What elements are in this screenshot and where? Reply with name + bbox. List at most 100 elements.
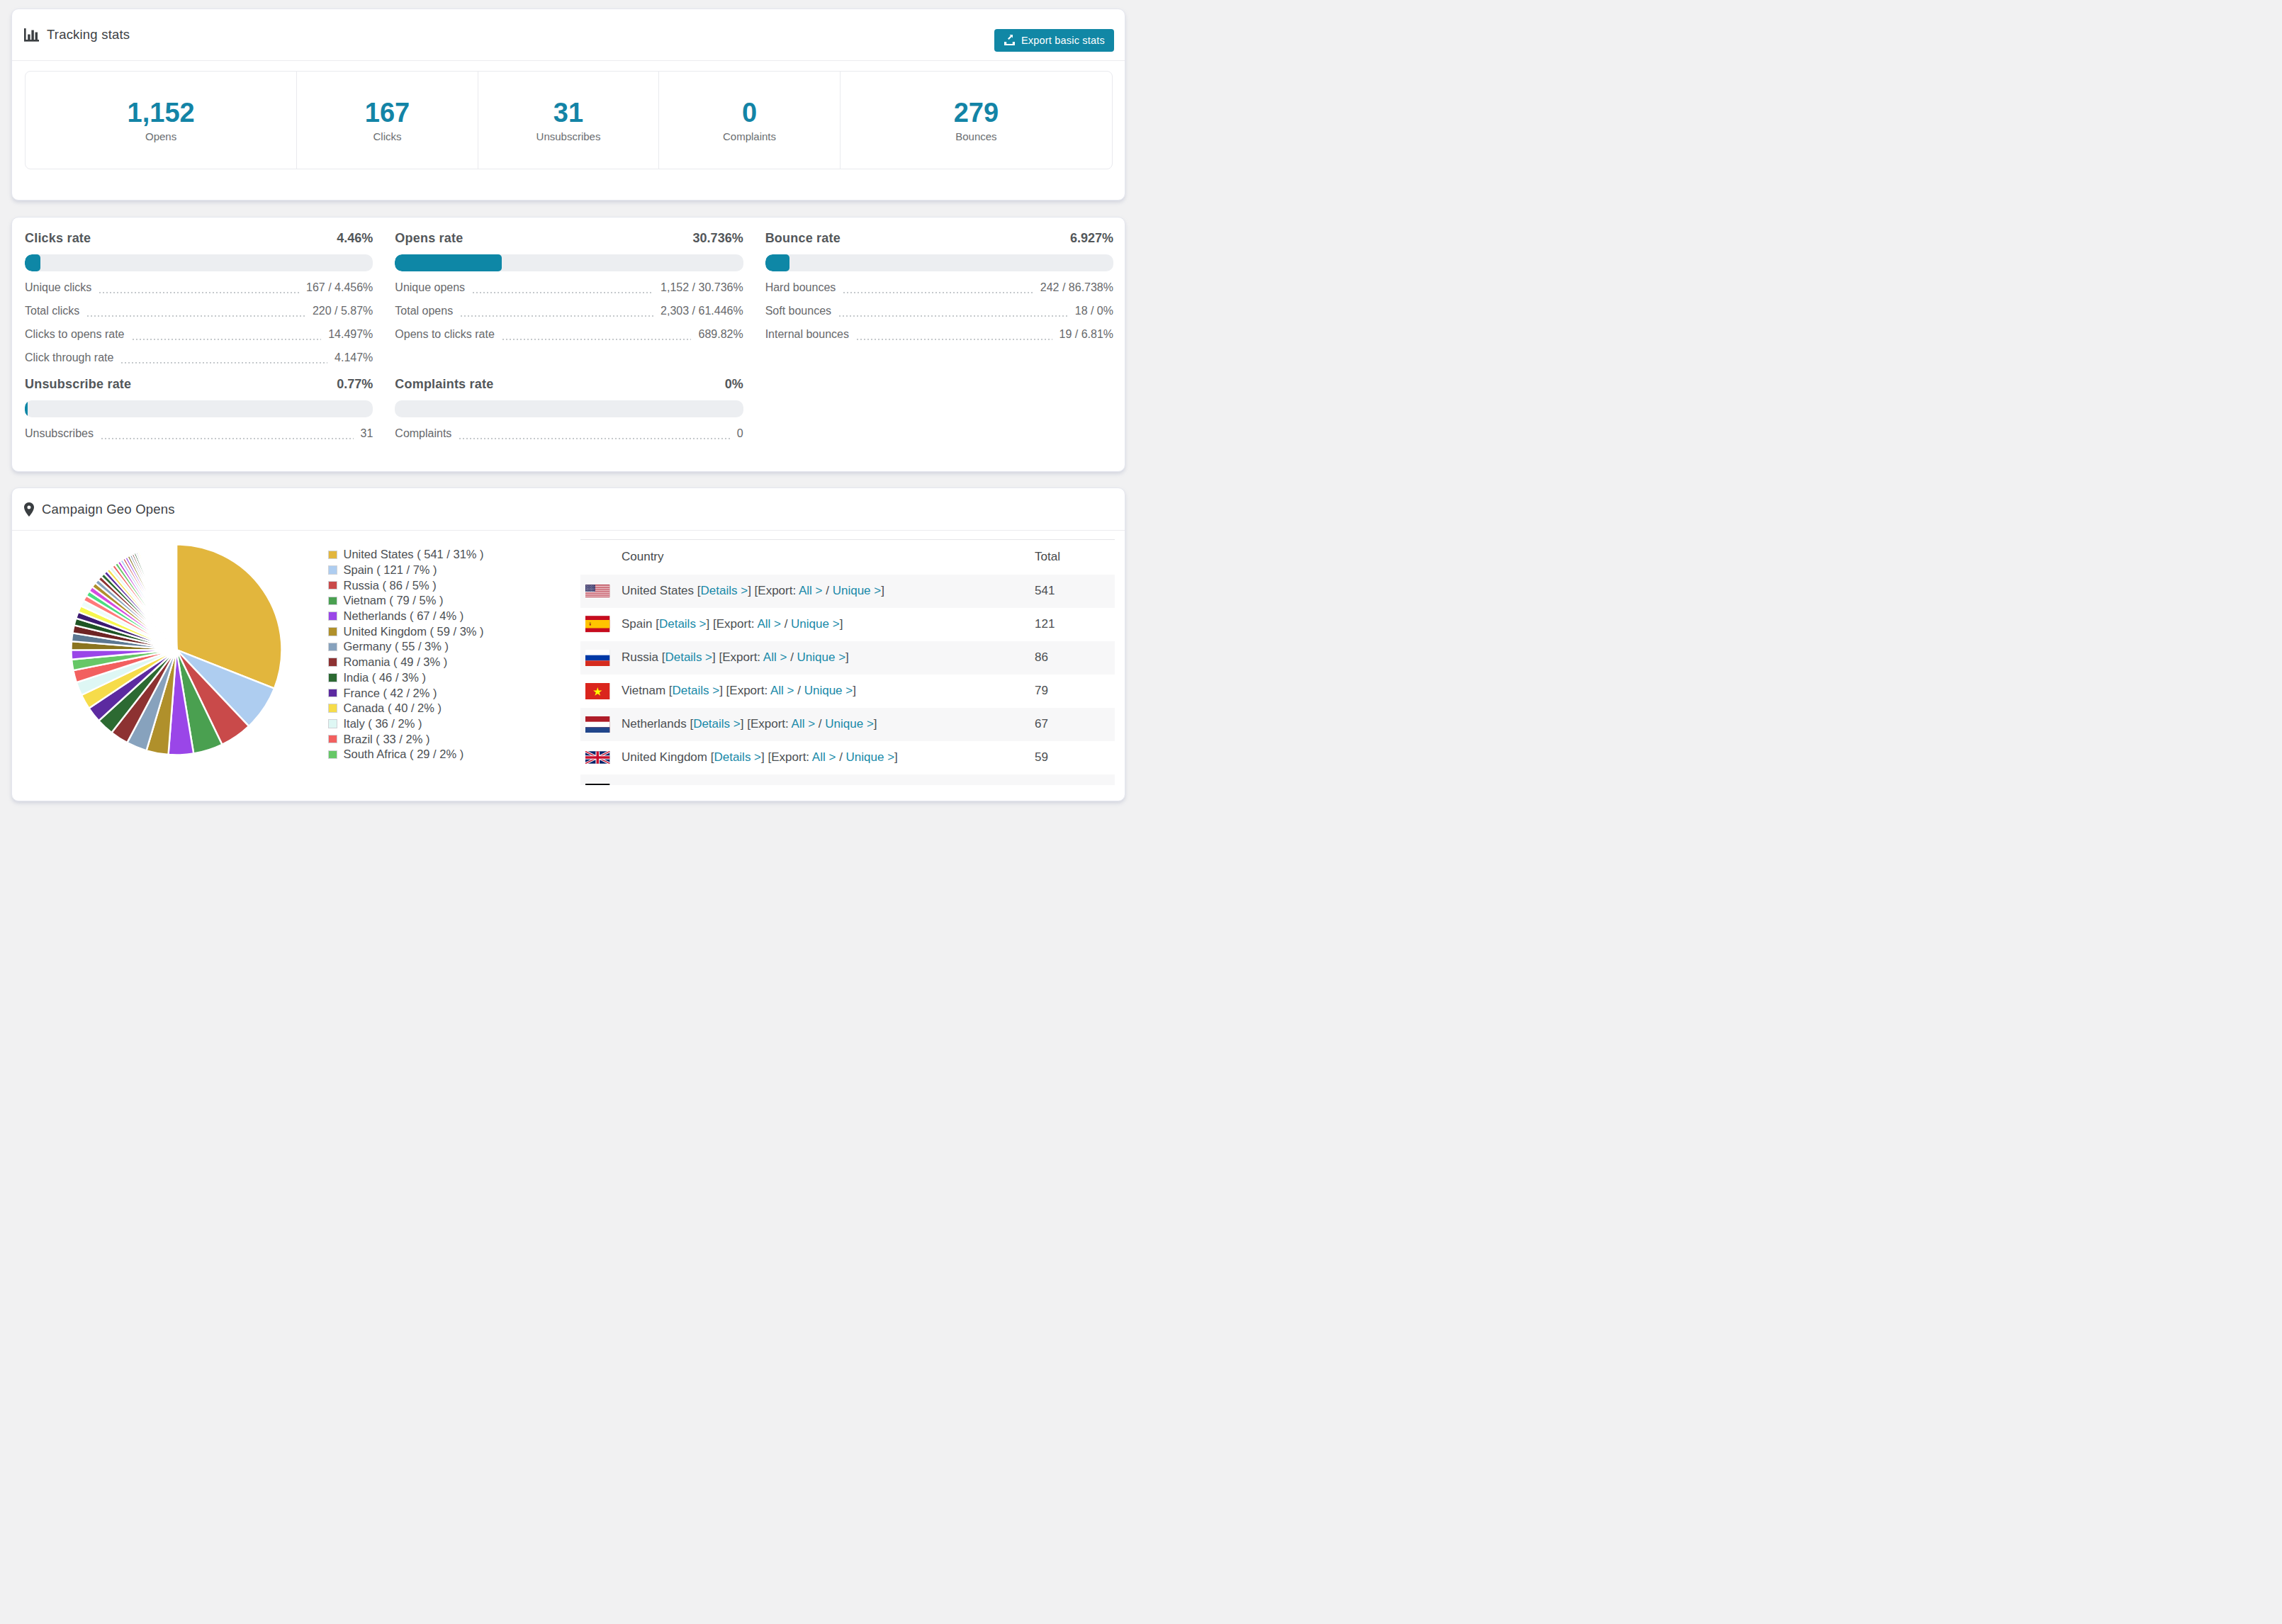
rate-value: 0% bbox=[725, 377, 743, 392]
legend-label: Vietnam ( 79 / 5% ) bbox=[344, 594, 444, 607]
export-all-link[interactable]: All > bbox=[757, 617, 781, 631]
metric-row: Click through rate 4.147% bbox=[25, 346, 373, 369]
legend-label: South Africa ( 29 / 2% ) bbox=[344, 748, 464, 761]
progress-track bbox=[395, 400, 743, 417]
export-icon bbox=[1004, 35, 1016, 45]
details-link[interactable]: Details > bbox=[693, 717, 741, 731]
export-unique-link[interactable]: Unique > bbox=[791, 617, 840, 631]
map-pin-icon bbox=[24, 502, 34, 517]
country-flag-icon bbox=[585, 751, 610, 764]
campaign-geo-opens-card: Campaign Geo Opens United States ( 541 /… bbox=[11, 487, 1125, 801]
bracket: ] [Export: bbox=[725, 784, 776, 785]
rate-head: Complaints rate 0% bbox=[395, 377, 743, 392]
progress-fill bbox=[25, 400, 28, 417]
total-cell: 79 bbox=[1035, 675, 1115, 708]
metric-value: 4.147% bbox=[335, 346, 373, 369]
export-all-link[interactable]: All > bbox=[792, 717, 816, 731]
total-cell: 67 bbox=[1035, 708, 1115, 741]
stat-value: 279 bbox=[954, 98, 999, 127]
legend-label: Spain ( 121 / 7% ) bbox=[344, 563, 437, 577]
legend-swatch bbox=[328, 704, 337, 713]
bracket: [ bbox=[658, 650, 665, 664]
metric-label: Hard bounces bbox=[765, 276, 836, 299]
dotted-leader bbox=[473, 292, 653, 293]
progress-track bbox=[25, 254, 373, 271]
metric-value: 689.82% bbox=[698, 322, 743, 346]
geo-table-row: Vietnam [Details >] [Export: All > / Uni… bbox=[580, 675, 1115, 708]
rate-section: Opens rate 30.736% Unique opens 1,152 / … bbox=[395, 231, 743, 369]
progress-fill bbox=[395, 254, 502, 271]
country-cell: United States [Details >] [Export: All >… bbox=[622, 575, 1035, 608]
export-all-link[interactable]: All > bbox=[763, 650, 787, 664]
stat-cell: 167 Clicks bbox=[297, 72, 478, 169]
stat-value: 31 bbox=[553, 98, 583, 127]
dotted-leader bbox=[843, 292, 1033, 293]
details-link[interactable]: Details > bbox=[659, 617, 707, 631]
details-link[interactable]: Details > bbox=[665, 650, 712, 664]
dotted-leader bbox=[461, 315, 653, 317]
rate-title: Bounce rate bbox=[765, 231, 841, 246]
export-unique-link[interactable]: Unique > bbox=[846, 750, 895, 764]
country-flag-icon bbox=[585, 683, 610, 699]
rate-title: Clicks rate bbox=[25, 231, 91, 246]
export-unique-link[interactable]: Unique > bbox=[804, 684, 853, 697]
bracket: ] bbox=[845, 650, 849, 664]
total-cell: 121 bbox=[1035, 608, 1115, 641]
export-unique-link[interactable]: Unique > bbox=[810, 784, 859, 785]
bracket: [ bbox=[694, 584, 700, 597]
flag-cell bbox=[580, 608, 622, 641]
country-name: Germany bbox=[622, 784, 671, 785]
export-unique-link[interactable]: Unique > bbox=[825, 717, 874, 731]
metric-label: Internal bounces bbox=[765, 322, 849, 346]
bracket: ] bbox=[858, 784, 862, 785]
export-all-link[interactable]: All > bbox=[812, 750, 836, 764]
details-link[interactable]: Details > bbox=[673, 684, 720, 697]
flag-cell bbox=[580, 675, 622, 708]
country-name: United States bbox=[622, 584, 694, 597]
country-name: Spain bbox=[622, 617, 652, 631]
export-unique-link[interactable]: Unique > bbox=[833, 584, 882, 597]
legend-swatch bbox=[328, 658, 337, 667]
details-link[interactable]: Details > bbox=[701, 584, 748, 597]
metric-row: Complaints 0 bbox=[395, 422, 743, 445]
bracket: / bbox=[815, 717, 825, 731]
export-basic-stats-button[interactable]: Export basic stats bbox=[994, 29, 1114, 52]
geo-table-row: Russia [Details >] [Export: All > / Uniq… bbox=[580, 641, 1115, 675]
details-link[interactable]: Details > bbox=[678, 784, 725, 785]
flag-cell bbox=[580, 575, 622, 608]
legend-item: South Africa ( 29 / 2% ) bbox=[328, 747, 484, 762]
dotted-leader bbox=[87, 315, 305, 317]
legend-label: Italy ( 36 / 2% ) bbox=[344, 717, 422, 731]
country-flag-icon bbox=[585, 784, 610, 786]
metric-row: Soft bounces 18 / 0% bbox=[765, 299, 1113, 322]
metric-label: Soft bounces bbox=[765, 299, 831, 322]
legend-item: Russia ( 86 / 5% ) bbox=[328, 577, 484, 593]
rate-value: 4.46% bbox=[337, 231, 373, 246]
progress-track bbox=[25, 400, 373, 417]
rate-value: 0.77% bbox=[337, 377, 373, 392]
bar-chart-icon bbox=[24, 28, 39, 42]
legend-swatch bbox=[328, 611, 337, 621]
details-link[interactable]: Details > bbox=[714, 750, 761, 764]
geo-table-row: Spain [Details >] [Export: All > / Uniqu… bbox=[580, 608, 1115, 641]
campaign-geo-opens-header: Campaign Geo Opens bbox=[12, 488, 1125, 531]
export-all-link[interactable]: All > bbox=[770, 684, 794, 697]
rate-head: Unsubscribe rate 0.77% bbox=[25, 377, 373, 392]
stat-label: Complaints bbox=[723, 130, 776, 142]
stat-strip: 1,152 Opens 167 Clicks 31 Unsubscribes 0… bbox=[25, 71, 1113, 169]
rate-value: 6.927% bbox=[1070, 231, 1113, 246]
metric-rows: Hard bounces 242 / 86.738% Soft bounces … bbox=[765, 276, 1113, 346]
country-cell: Germany [Details >] [Export: All > / Uni… bbox=[622, 774, 1035, 786]
export-all-link[interactable]: All > bbox=[776, 784, 800, 785]
progress-fill bbox=[25, 254, 40, 271]
legend-swatch bbox=[328, 627, 337, 636]
bracket: [ bbox=[652, 617, 658, 631]
legend-item: France ( 42 / 2% ) bbox=[328, 685, 484, 701]
stat-cell: 31 Unsubscribes bbox=[478, 72, 660, 169]
export-all-link[interactable]: All > bbox=[799, 584, 823, 597]
export-unique-link[interactable]: Unique > bbox=[797, 650, 846, 664]
metric-rows: Unsubscribes 31 bbox=[25, 422, 373, 445]
country-name: Vietnam bbox=[622, 684, 665, 697]
metric-row: Total opens 2,303 / 61.446% bbox=[395, 299, 743, 322]
legend-item: Brazil ( 33 / 2% ) bbox=[328, 731, 484, 747]
